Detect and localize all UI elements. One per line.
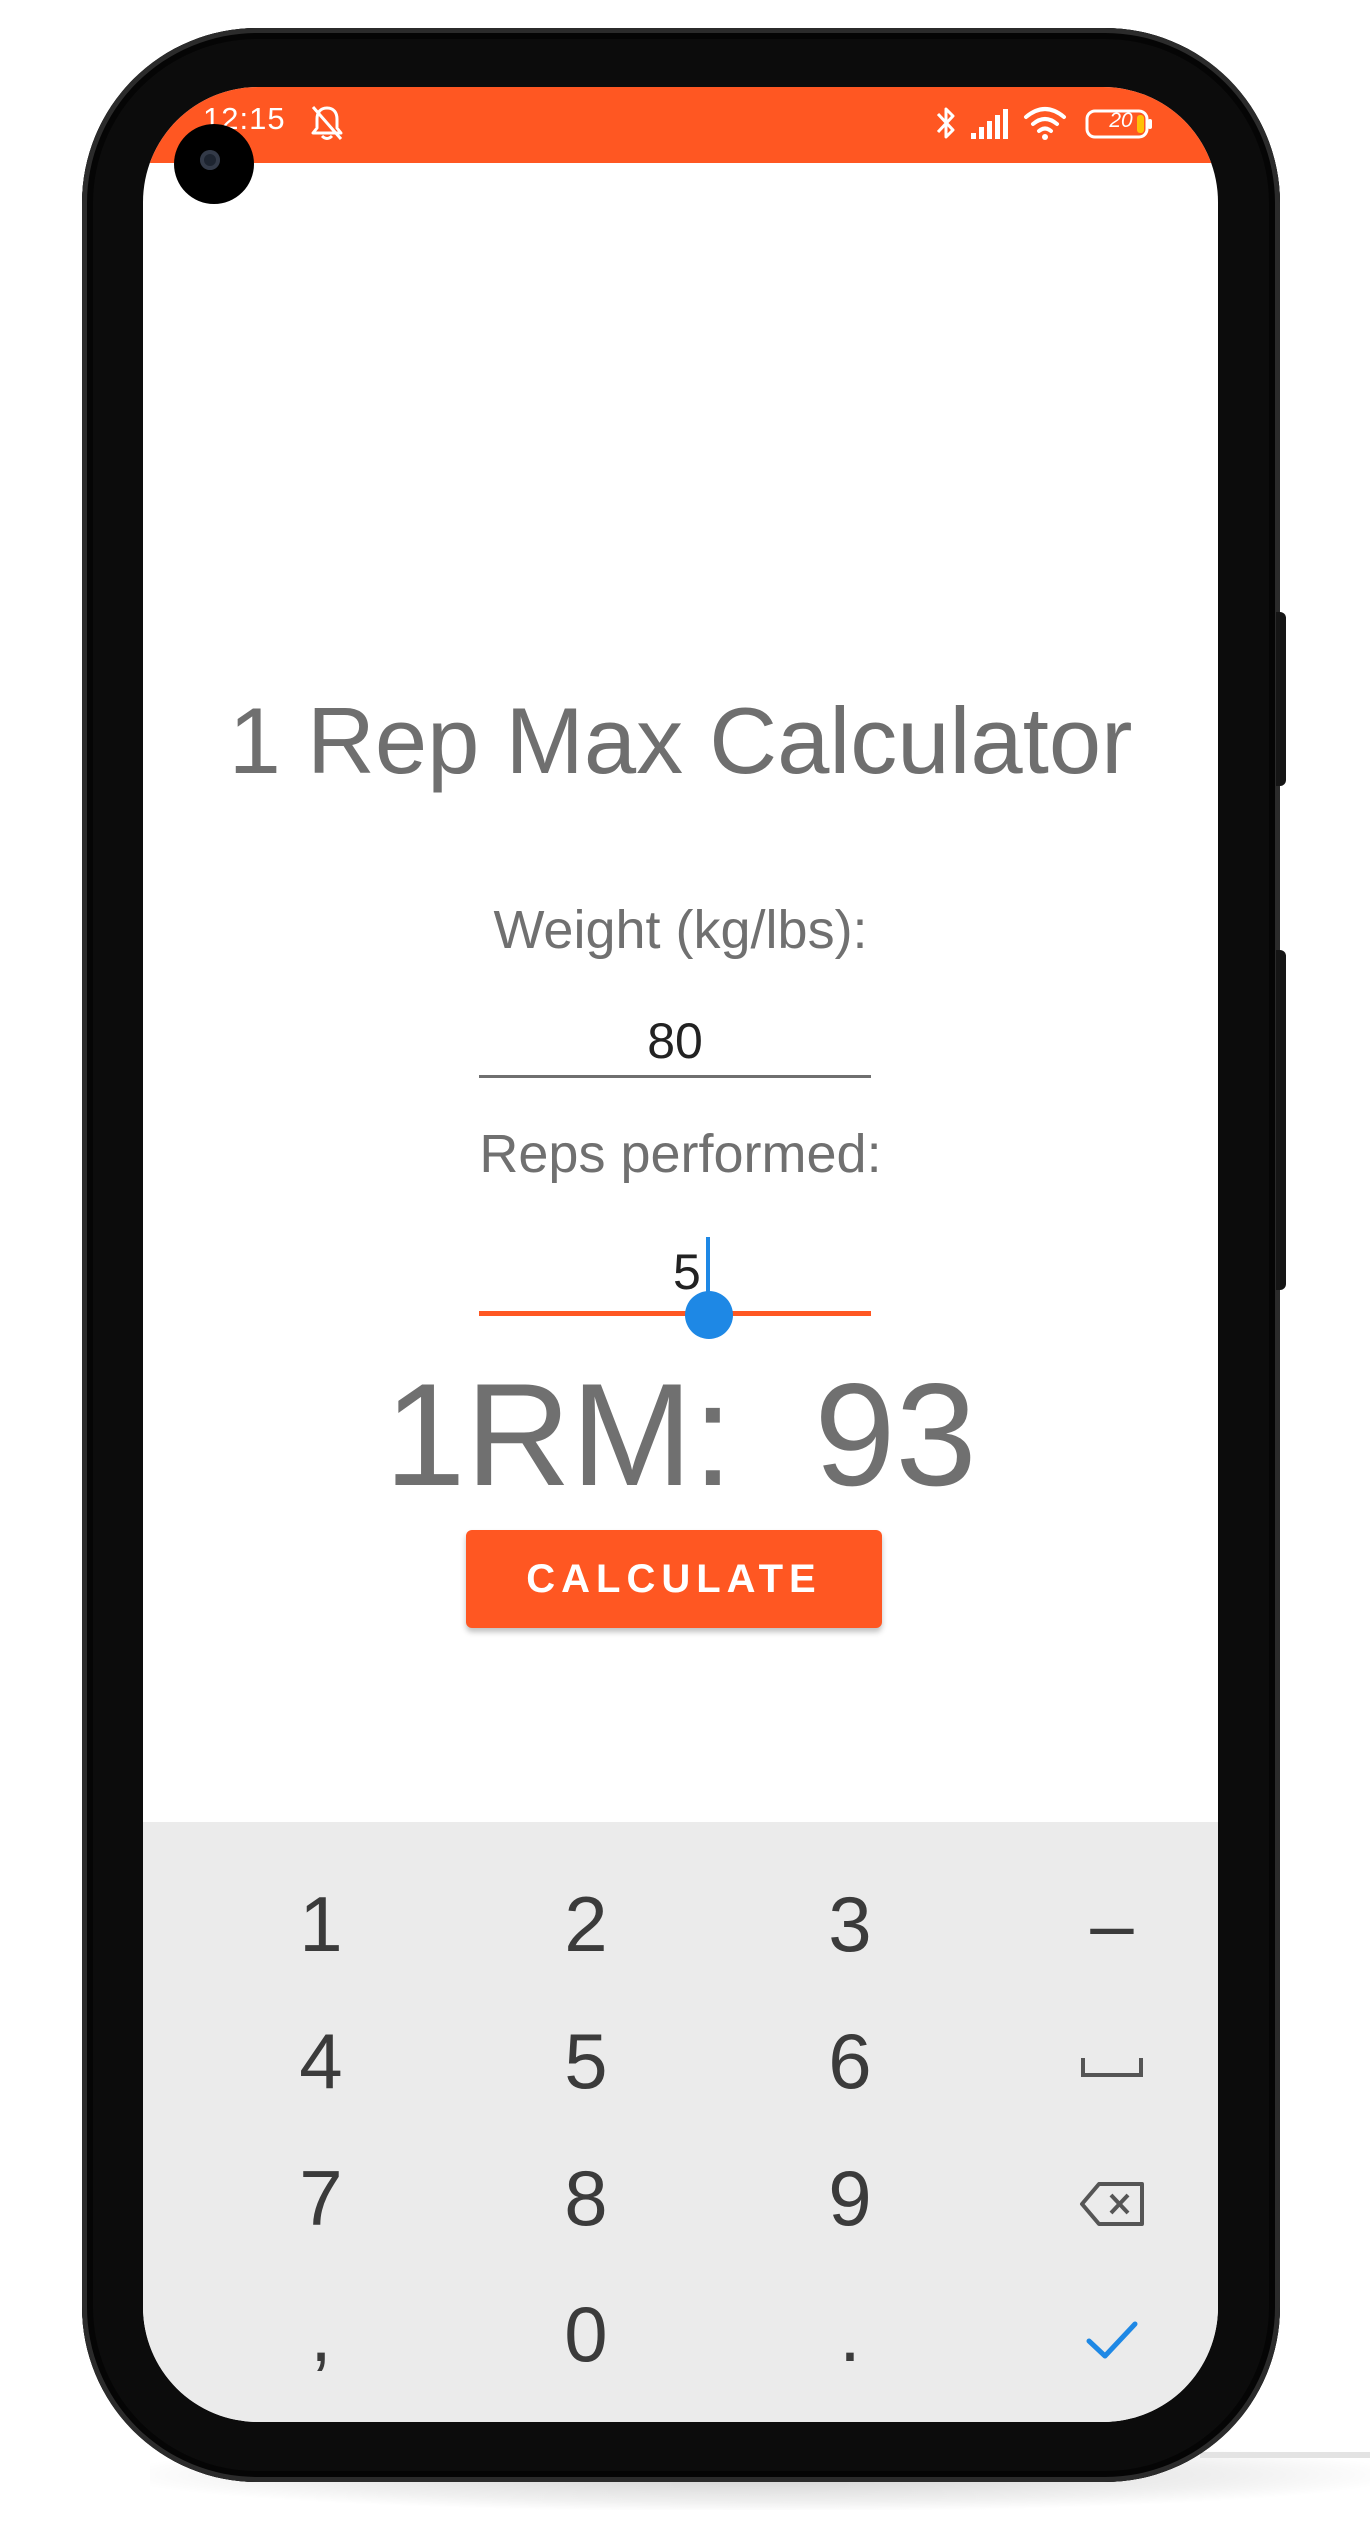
wifi-icon [1024,107,1066,140]
key-4[interactable]: 4 [221,2001,421,2121]
phone-screen: 12:15 20 1 Rep Max Calculator Weight (kg… [143,87,1218,2422]
bluetooth-icon [936,107,955,139]
numeric-keyboard: 1 2 3 – 4 5 6 7 8 9 , 0 . [143,1822,1218,2422]
app-title: 1 Rep Max Calculator [228,688,1133,793]
key-2[interactable]: 2 [486,1864,686,1984]
slider-thumb[interactable] [685,1291,733,1339]
backspace-icon [1080,2182,1144,2227]
key-space[interactable] [1012,2001,1212,2121]
key-6[interactable]: 6 [750,2001,950,2121]
key-comma[interactable]: , [221,2274,421,2394]
key-period[interactable]: . [750,2274,950,2394]
reps-slider[interactable]: 5 [479,1237,871,1347]
camera-lens [200,150,220,170]
key-8[interactable]: 8 [486,2138,686,2258]
key-3[interactable]: 3 [750,1864,950,1984]
one-rep-max-result: 1RM: 93 [384,1353,977,1516]
key-5[interactable]: 5 [486,2001,686,2121]
space-icon [1081,2058,1143,2078]
signal-icon [971,109,1008,139]
weight-input[interactable] [479,1007,871,1078]
check-icon [1086,2321,1138,2359]
slider-track[interactable] [479,1311,871,1316]
weight-label: Weight (kg/lbs): [493,900,868,960]
power-button [1276,612,1286,786]
key-7[interactable]: 7 [221,2138,421,2258]
key-9[interactable]: 9 [750,2138,950,2258]
volume-rocker [1276,950,1286,1290]
bell-off-icon [311,106,343,140]
page: 12:15 20 1 Rep Max Calculator Weight (kg… [0,0,1370,2534]
key-0[interactable]: 0 [486,2274,686,2394]
key-minus[interactable]: – [1012,1864,1212,1984]
battery-level: 20 [1109,109,1133,132]
reps-value: 5 [673,1244,701,1300]
reps-label: Reps performed: [479,1124,882,1184]
status-bar: 12:15 20 [143,87,1218,163]
calculate-button[interactable]: CALCULATE [466,1530,882,1628]
key-backspace[interactable] [1012,2138,1212,2258]
front-camera [174,124,254,204]
key-1[interactable]: 1 [221,1864,421,1984]
key-done[interactable] [1012,2274,1212,2394]
surface-line [1200,2452,1370,2458]
